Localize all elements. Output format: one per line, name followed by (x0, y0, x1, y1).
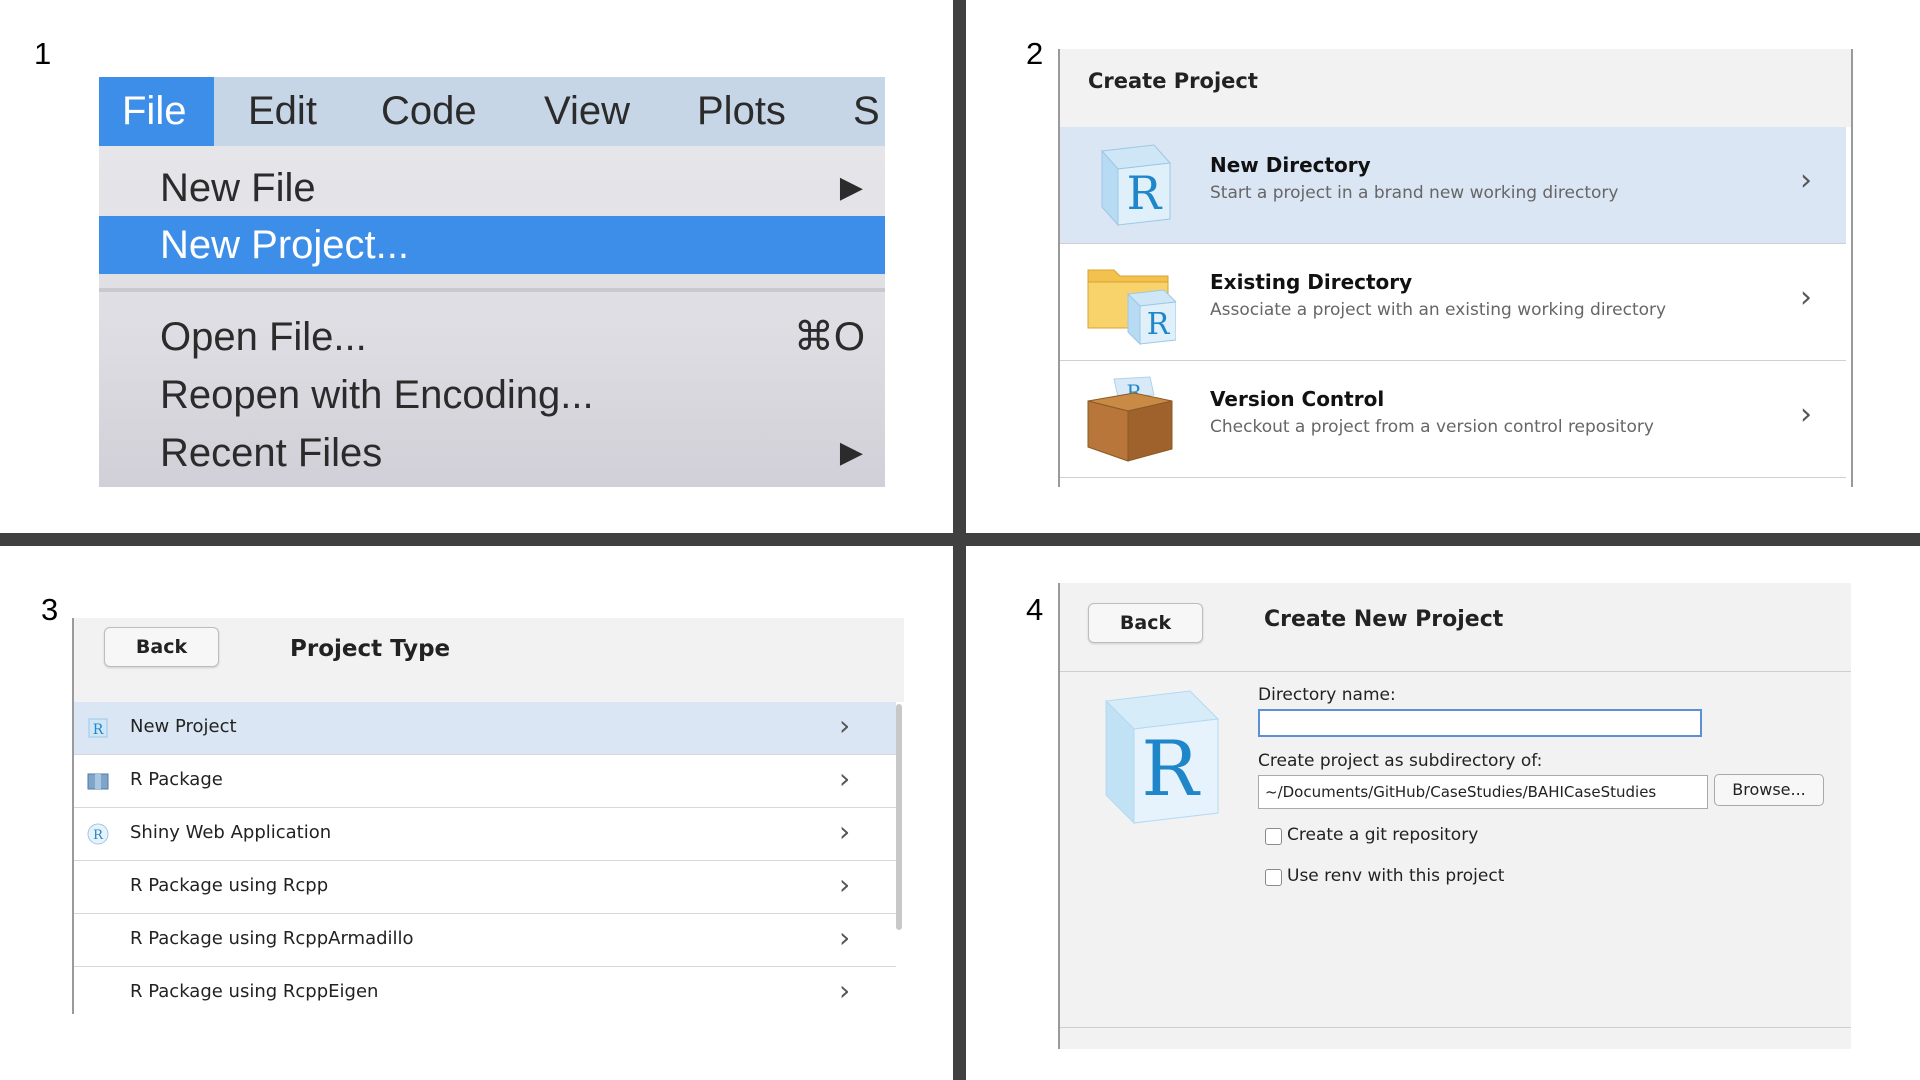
menu-item-label: New File (160, 166, 316, 210)
git-repository-label: Create a git repository (1287, 825, 1479, 845)
svg-text:R: R (1141, 724, 1201, 813)
footer-divider (1060, 1027, 1851, 1028)
menu-item-reopen-with-encoding[interactable]: Reopen with Encoding... (99, 367, 885, 423)
renv-checkbox[interactable] (1265, 869, 1282, 886)
project-type-dialog: Back Project Type R New Project › R Pack… (72, 618, 904, 1014)
svg-text:R: R (93, 828, 104, 843)
project-type-r-package-rcppeigen[interactable]: R Package using RcppEigen › (74, 967, 896, 1014)
folder-r-icon: R (1087, 269, 1176, 346)
submenu-arrow-icon: ▶ (839, 436, 863, 469)
menubar-code[interactable]: Code (381, 77, 477, 146)
file-menu: New File ▶ New Project... Open File... ⌘… (99, 146, 885, 487)
back-button[interactable]: Back (1088, 603, 1203, 643)
scrollbar[interactable] (896, 704, 902, 930)
project-type-label: R Package using RcppEigen (130, 981, 379, 1002)
subdirectory-label: Create project as subdirectory of: (1258, 751, 1543, 771)
option-title: Existing Directory (1210, 270, 1413, 294)
option-subtitle: Start a project in a brand new working d… (1210, 183, 1619, 203)
menu-item-label: Reopen with Encoding... (160, 373, 594, 417)
shiny-icon: R (87, 823, 109, 845)
svg-text:R: R (1147, 307, 1171, 342)
project-type-label: New Project (130, 716, 237, 737)
menu-separator (99, 288, 885, 292)
menu-shortcut: ⌘O (793, 315, 865, 359)
menubar-view[interactable]: View (544, 77, 630, 146)
option-title: New Directory (1210, 153, 1371, 177)
renv-label: Use renv with this project (1287, 866, 1505, 886)
menubar-edit[interactable]: Edit (248, 77, 317, 146)
project-type-shiny-web-application[interactable]: R Shiny Web Application › (74, 808, 896, 861)
chevron-right-icon: › (839, 868, 851, 901)
chevron-right-icon: › (1800, 163, 1812, 198)
option-existing-directory[interactable]: R Existing Directory Associate a project… (1060, 244, 1846, 361)
panel-number-4: 4 (1026, 592, 1044, 627)
dialog-header: Back Project Type (74, 618, 904, 702)
option-new-directory[interactable]: R New Directory Start a project in a bra… (1060, 127, 1846, 244)
directory-name-label: Directory name: (1258, 685, 1396, 705)
project-type-r-package-rcpp[interactable]: R Package using Rcpp › (74, 861, 896, 914)
menu-item-label: Recent Files (160, 431, 383, 475)
project-type-label: R Package using Rcpp (130, 875, 329, 896)
panel-number-1: 1 (34, 36, 52, 71)
option-version-control[interactable]: R Version Control Checkout a project fro… (1060, 361, 1846, 478)
svg-text:R: R (1127, 166, 1163, 220)
project-type-label: R Package (130, 769, 223, 790)
create-project-dialog: Create Project R New Directory Start a p… (1058, 49, 1853, 487)
chevron-right-icon: › (1800, 397, 1812, 432)
menu-item-open-file[interactable]: Open File... ⌘O (99, 309, 885, 365)
menubar-plots[interactable]: Plots (697, 77, 786, 146)
dialog-title: Create New Project (1264, 607, 1504, 632)
git-repository-checkbox[interactable] (1265, 828, 1282, 845)
svg-text:R: R (93, 722, 104, 738)
project-type-new-project[interactable]: R New Project › (74, 702, 896, 755)
back-button[interactable]: Back (104, 627, 219, 667)
menu-item-recent-files[interactable]: Recent Files ▶ (99, 425, 885, 481)
r-cube-icon: R (1100, 144, 1172, 227)
box-icon: R (1087, 376, 1173, 462)
option-subtitle: Checkout a project from a version contro… (1210, 417, 1654, 437)
project-type-label: Shiny Web Application (130, 822, 332, 843)
dialog-title: Project Type (290, 636, 451, 662)
menu-item-new-file[interactable]: New File ▶ (99, 160, 885, 216)
option-title: Version Control (1210, 387, 1385, 411)
r-cube-icon: R (1104, 690, 1220, 825)
menubar-file[interactable]: File (99, 77, 215, 146)
chevron-right-icon: › (839, 974, 851, 1007)
submenu-arrow-icon: ▶ (839, 171, 863, 204)
project-type-r-package[interactable]: R Package › (74, 755, 896, 808)
project-type-label: R Package using RcppArmadillo (130, 928, 414, 949)
r-project-icon: R (88, 718, 108, 738)
r-package-icon (87, 773, 109, 790)
panel-number-2: 2 (1026, 36, 1044, 71)
dialog-header: Create Project (1060, 49, 1851, 127)
project-type-r-package-rcpparmadillo[interactable]: R Package using RcppArmadillo › (74, 914, 896, 967)
chevron-right-icon: › (839, 921, 851, 954)
chevron-right-icon: › (839, 762, 851, 795)
header-divider (1060, 671, 1851, 672)
menu-item-label: Open File... (160, 315, 367, 359)
browse-button[interactable]: Browse... (1714, 774, 1824, 806)
menubar: File Edit Code View Plots S (99, 77, 885, 146)
option-subtitle: Associate a project with an existing wor… (1210, 300, 1667, 320)
menu-item-new-project[interactable]: New Project... (99, 216, 885, 274)
dialog-title: Create Project (1088, 69, 1258, 93)
panel-number-3: 3 (41, 592, 59, 627)
menu-item-label: New Project... (160, 223, 409, 267)
chevron-right-icon: › (1800, 280, 1812, 315)
menubar-session[interactable]: S (853, 77, 880, 146)
divider-horizontal (0, 533, 1920, 546)
subdirectory-field[interactable]: ~/Documents/GitHub/CaseStudies/BAHICaseS… (1258, 775, 1708, 809)
chevron-right-icon: › (839, 815, 851, 848)
subdirectory-value: ~/Documents/GitHub/CaseStudies/BAHICaseS… (1265, 783, 1657, 801)
directory-name-input[interactable] (1258, 709, 1702, 737)
create-new-project-dialog: Back Create New Project R Directory name… (1058, 583, 1851, 1049)
chevron-right-icon: › (839, 709, 851, 742)
